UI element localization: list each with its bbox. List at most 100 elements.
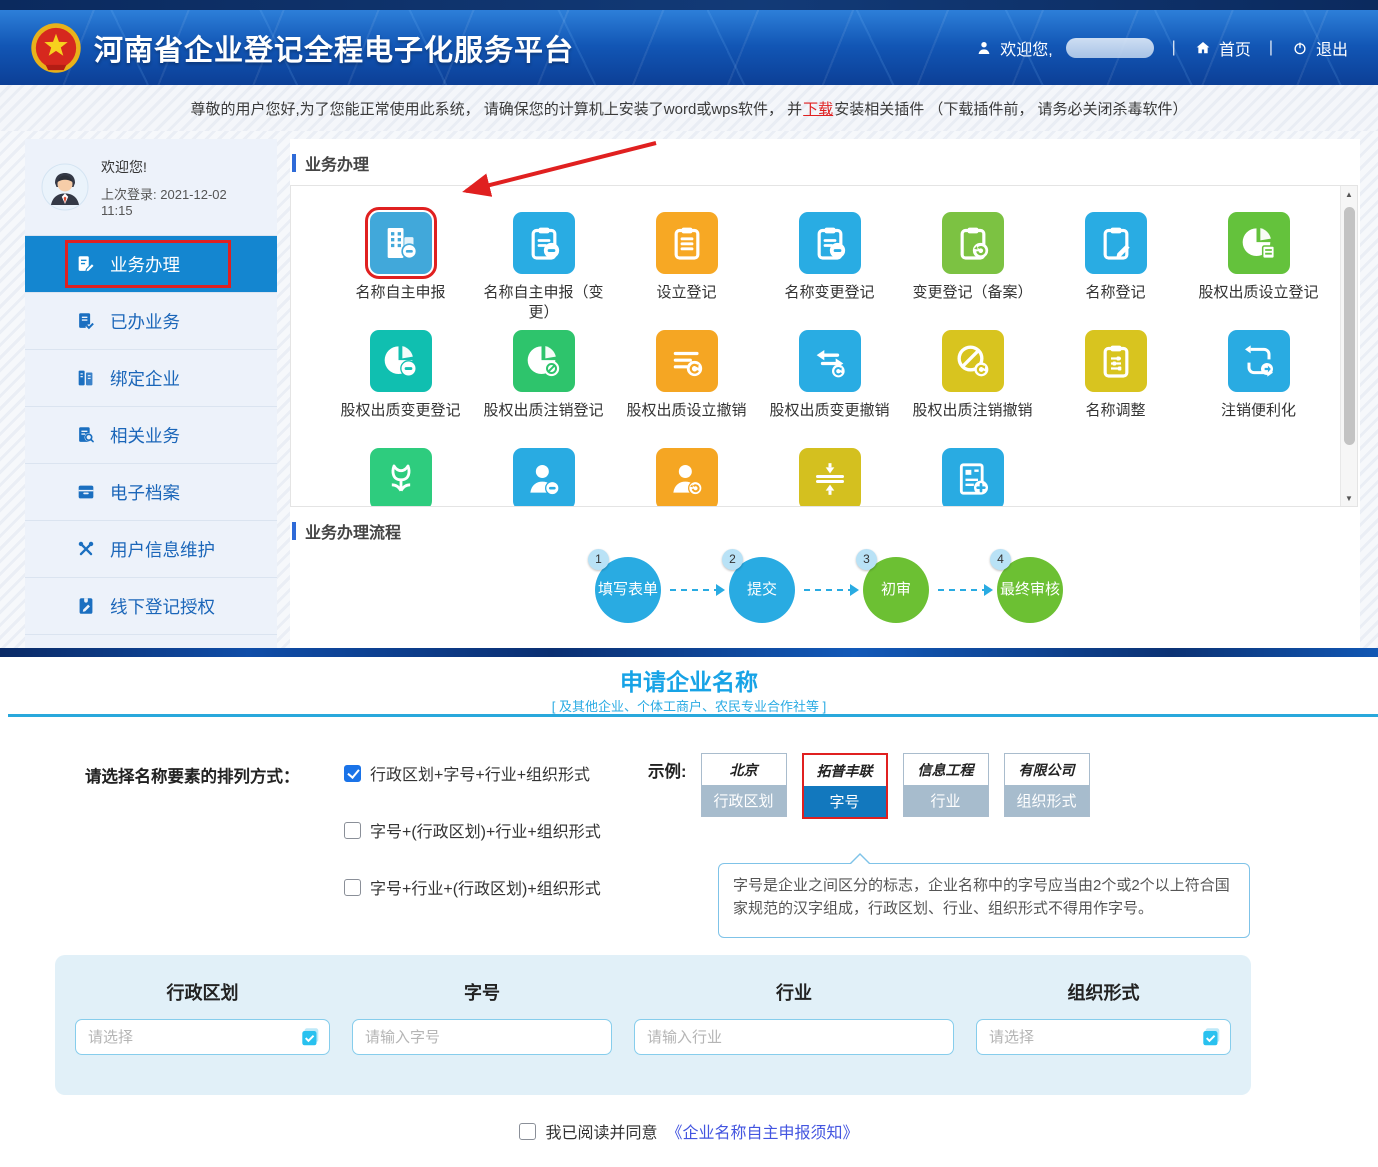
tile-glyph-icon [953,341,993,381]
logout-label: 退出 [1316,36,1348,60]
sidebar-menu-item[interactable]: 电子档案 [25,463,277,520]
business-tile[interactable]: 名称变更登记 [758,212,901,330]
name-rule-tooltip: 字号是企业之间区分的标志，企业名称中的字号应当由2个或2个以上符合国家规范的汉字… [718,863,1250,938]
flow-arrow-icon [938,589,988,591]
tile-icon [513,330,575,392]
select-picker-icon[interactable] [300,1026,322,1048]
scrollbar-thumb[interactable] [1344,207,1355,445]
business-tile[interactable] [329,448,472,507]
home-button[interactable]: 首页 [1194,36,1251,60]
username-redacted [1066,38,1154,58]
download-plugin-link[interactable]: 下载 [803,98,833,119]
arrange-mode-label: 请选择名称要素的排列方式： [85,763,300,787]
business-tile[interactable]: 股权出质设立登记 [1187,212,1330,330]
arrange-option-checkbox[interactable] [344,822,361,839]
business-tile[interactable]: 名称自主申报 [329,212,472,330]
tile-glyph-icon [1239,341,1279,381]
arrange-option[interactable]: 行政区划+字号+行业+组织形式 [344,761,601,785]
notice-bar: 尊敬的用户您好,为了您能正常使用此系统， 请确保您的计算机上安装了word或wp… [0,85,1378,131]
business-tile[interactable]: 股权出质注销登记 [472,330,615,448]
flow-arrow-icon [670,589,720,591]
example-value: 拓普丰联 [804,755,886,786]
business-tile[interactable]: 注销便利化 [1187,330,1330,448]
business-tile[interactable] [472,448,615,507]
business-tile[interactable]: 设立登记 [615,212,758,330]
page: 河南省企业登记全程电子化服务平台 欢迎您, | 首页 | 退出 尊敬的用户您好,… [0,0,1378,1167]
tile-glyph-icon [1239,223,1279,263]
arrange-option[interactable]: 字号+行业+(行政区划)+组织形式 [344,875,601,899]
user-icon [975,39,993,57]
sidebar-welcome: 欢迎您! [101,157,261,177]
business-tile[interactable]: 变更登记（备案） [901,212,1044,330]
tile-glyph-icon [524,341,564,381]
tile-glyph-icon [667,223,707,263]
arrange-options: 行政区划+字号+行业+组织形式 字号+(行政区划)+行业+组织形式 字号+行业+… [344,761,601,899]
logout-button[interactable]: 退出 [1291,36,1348,60]
section-title-flow: 业务办理流程 [292,519,1360,543]
business-tile[interactable]: 名称调整 [1044,330,1187,448]
sidebar-menu-item[interactable]: 已办业务 [25,292,277,349]
scroll-down-arrow-icon[interactable]: ▼ [1341,490,1357,506]
form-input[interactable] [634,1019,954,1055]
flow-step-label: 提交 [747,582,777,599]
business-tile[interactable]: 股权出质设立撤销 [615,330,758,448]
business-tile[interactable] [901,448,1044,507]
arrange-option-checkbox[interactable] [344,765,361,782]
flow-step-circle: 2 提交 [729,557,795,623]
tile-glyph-icon [524,223,564,263]
welcome-user: 欢迎您, [975,36,1153,60]
tile-icon [370,330,432,392]
flow-step-circle: 4 最终审核 [997,557,1063,623]
title-underline [8,714,1378,717]
form-column: 字号 [352,979,612,1095]
tile-glyph-icon [810,459,850,499]
form-input[interactable] [352,1019,612,1055]
business-tile[interactable]: 名称登记 [1044,212,1187,330]
example-boxes: 北京 行政区划 拓普丰联 字号 信息工程 行业 有限公司 [701,753,1090,819]
tile-glyph-icon [810,341,850,381]
flow-step-number: 4 [990,549,1011,570]
sidebar-menu-item[interactable]: 绑定企业 [25,349,277,406]
business-tile[interactable]: 股权出质变更撤销 [758,330,901,448]
tile-icon [656,448,718,507]
agreement-link[interactable]: 《企业名称自主申报须知》 [667,1119,859,1143]
flow-step-number: 2 [722,549,743,570]
last-login: 上次登录: 2021-12-02 11:15 [101,184,261,218]
form-column-header: 字号 [464,979,500,1005]
tile-label: 股权出质注销登记 [483,401,603,421]
tile-label: 名称自主申报（变更） [483,283,605,324]
business-tile[interactable]: 股权出质变更登记 [329,330,472,448]
tile-glyph-icon [667,341,707,381]
select-picker-icon[interactable] [1201,1026,1223,1048]
tile-glyph-icon [1096,341,1136,381]
apply-title: 申请企业名称 [0,663,1378,697]
menu-item-label: 绑定企业 [110,366,180,391]
business-tile[interactable] [758,448,901,507]
form-column-header: 行政区划 [167,979,239,1005]
form-input-wrap [75,1019,330,1055]
agreement-checkbox[interactable] [519,1123,536,1140]
business-tile[interactable] [615,448,758,507]
process-flow: 1 填写表单 2 提交 [595,557,1360,623]
business-tile[interactable]: 股权出质注销撤销 [901,330,1044,448]
business-tile[interactable]: 名称自主申报（变更） [472,212,615,330]
arrange-option[interactable]: 字号+(行政区划)+行业+组织形式 [344,818,601,842]
section-title-business: 业务办理 [292,151,1360,175]
scroll-up-arrow-icon[interactable]: ▲ [1341,186,1357,202]
sidebar-menu-item[interactable]: 相关业务 [25,406,277,463]
tile-icon [942,212,1004,274]
sidebar-menu-item[interactable]: 线下登记授权 [25,577,277,634]
tile-glyph-icon [953,223,993,263]
form-input[interactable] [976,1019,1231,1055]
form-input-wrap [634,1019,954,1055]
tile-label: 注销便利化 [1221,401,1296,421]
sidebar-menu-item[interactable]: 用户信息维护 [25,520,277,577]
tiles-scrollbar[interactable]: ▲ ▼ [1340,186,1357,506]
tile-label: 股权出质变更登记 [340,401,460,421]
arrange-option-checkbox[interactable] [344,879,361,896]
menu-item-label: 线下登记授权 [110,594,215,619]
arrange-option-label: 字号+行业+(行政区划)+组织形式 [370,875,601,899]
sidebar-menu-item[interactable]: 业务办理 [25,235,277,292]
form-input[interactable] [75,1019,330,1055]
tile-icon [799,212,861,274]
